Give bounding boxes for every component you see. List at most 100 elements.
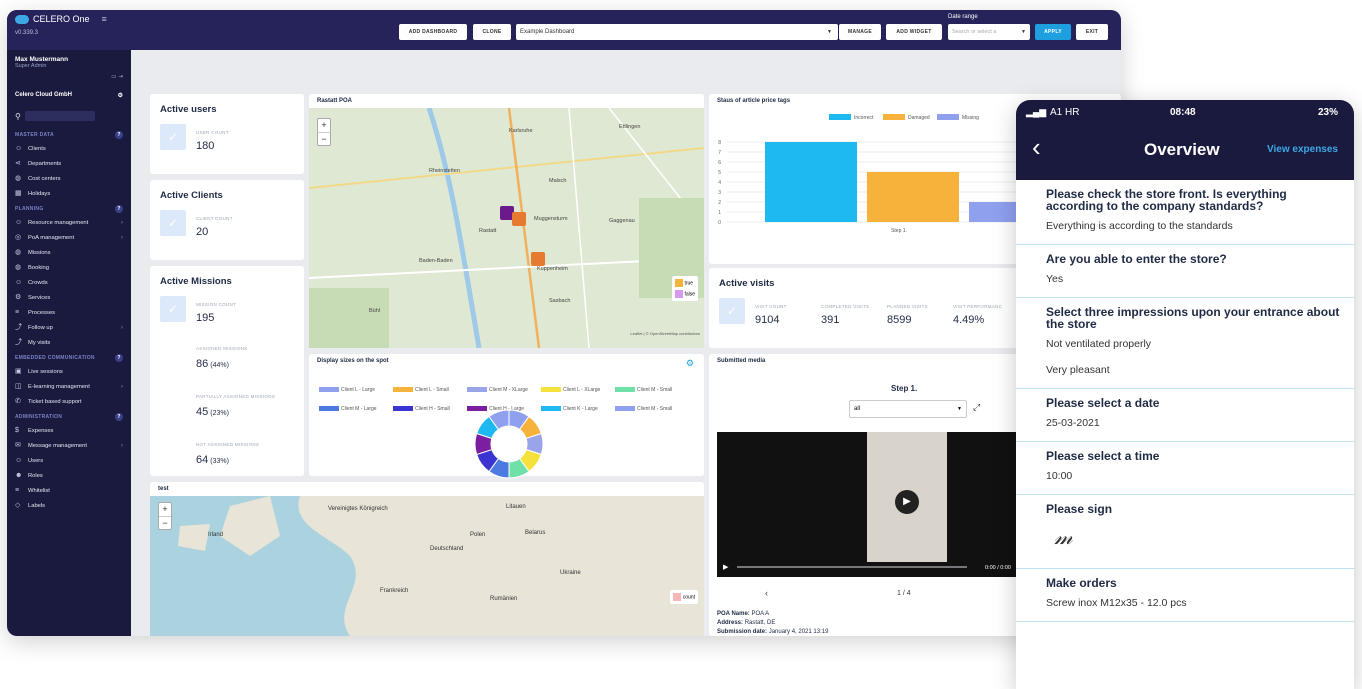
- sidebar-item-whitelist[interactable]: ≡ Whitelist: [7, 483, 131, 498]
- legend-item[interactable]: Client K - Large: [541, 406, 615, 412]
- top-toolbar: ADD DASHBOARD CLONE Example Dashboard ▼ …: [131, 10, 1121, 50]
- sidebar-search[interactable]: ⚲: [15, 111, 123, 121]
- sidebar-item-label: Expenses: [28, 427, 54, 434]
- sidebar-item-clients[interactable]: ☺ Clients: [7, 141, 131, 156]
- gear-icon: ⚙: [15, 294, 22, 301]
- sidebar-item-labels[interactable]: ◇ Labels: [7, 498, 131, 513]
- sidebar-item-message-management[interactable]: ✉ Message management ›: [7, 438, 131, 453]
- play-button[interactable]: ▶: [723, 563, 728, 571]
- video-player[interactable]: ▶ ▶ 0:00 / 0:00: [717, 432, 1017, 577]
- map-place-label: Karlsruhe: [509, 128, 533, 134]
- map-landmass: [178, 496, 704, 636]
- legend-item[interactable]: Client M - Large: [319, 406, 393, 412]
- sidebar-item-booking[interactable]: ◍ Booking: [7, 260, 131, 275]
- legend-swatch: [675, 279, 684, 287]
- brand-logo[interactable]: CELERO One ≡: [15, 14, 123, 24]
- back-icon[interactable]: ‹: [1032, 132, 1041, 163]
- add-dashboard-button[interactable]: ADD DASHBOARD: [399, 24, 467, 40]
- help-icon[interactable]: ?: [115, 413, 123, 421]
- play-icon[interactable]: ▶: [895, 490, 919, 514]
- help-icon[interactable]: ?: [115, 205, 123, 213]
- legend-item[interactable]: Client H - Small: [393, 406, 467, 412]
- support-icon: ✆: [15, 398, 21, 405]
- sidebar-item-crowds[interactable]: ☺ Crowds: [7, 275, 131, 290]
- answer-text: 10:00: [1046, 470, 1073, 482]
- sidebar-item-follow-up[interactable]: ⤴ Follow up ›: [7, 320, 131, 335]
- exit-button[interactable]: EXIT: [1076, 24, 1108, 40]
- gear-icon[interactable]: ⚙: [686, 358, 694, 369]
- legend-item[interactable]: Client L - Small: [393, 387, 467, 393]
- mission-row-label: PARTIALLY ASSIGNED MISSIONS: [196, 394, 276, 399]
- company-selector[interactable]: Celero Cloud GmbH ⚙: [7, 86, 131, 105]
- sidebar-item-live-sessions[interactable]: ▣ Live sessions: [7, 364, 131, 379]
- date-label: Submission date:: [717, 629, 768, 635]
- zoom-out-button[interactable]: −: [318, 132, 330, 145]
- sidebar-item-missions[interactable]: ◍ Missions: [7, 245, 131, 260]
- map-marker[interactable]: [531, 252, 545, 266]
- map-place-label: Sasbach: [549, 298, 571, 304]
- sidebar-item-e-learning-management[interactable]: ◫ E-learning management ›: [7, 379, 131, 394]
- sidebar-item-my-visits[interactable]: ⤴ My visits: [7, 335, 131, 350]
- map-place-label: Irland: [208, 532, 224, 538]
- help-icon[interactable]: ?: [115, 354, 123, 362]
- sidebar-item-roles[interactable]: ☻ Roles: [7, 468, 131, 483]
- search-input[interactable]: [24, 111, 95, 121]
- sidebar-item-label: Ticket based support: [28, 398, 82, 405]
- sidebar-item-holidays[interactable]: ▦ Holidays: [7, 186, 131, 201]
- map-place-label: Bühl: [369, 308, 381, 314]
- rastatt-map-card: Rastatt POA Karlsruhe Ettlingen Rheinstett…: [309, 94, 704, 348]
- sidebar-item-resource-management[interactable]: ☺ Resource management ›: [7, 215, 131, 230]
- date-value: January 4, 2021 13:19: [768, 629, 829, 635]
- legend-item[interactable]: Client L - Large: [319, 387, 393, 393]
- menu-icon[interactable]: ≡: [102, 14, 107, 24]
- legend-label: Client M - Small: [637, 387, 673, 393]
- gear-icon[interactable]: ⚙: [118, 92, 123, 99]
- date-range-select[interactable]: Search or select a ▼: [948, 24, 1030, 40]
- sidebar-item-expenses[interactable]: $ Expenses: [7, 423, 131, 438]
- chat-icon[interactable]: ▭: [111, 74, 116, 80]
- rastatt-map[interactable]: Karlsruhe Ettlingen Rheinstetten Malsch Rast…: [309, 108, 704, 348]
- zoom-in-button[interactable]: +: [318, 119, 330, 132]
- sidebar-item-label: Message management: [28, 442, 87, 449]
- sidebar-item-services[interactable]: ⚙ Services: [7, 290, 131, 305]
- answer-text: Everything is according to the standards: [1046, 220, 1233, 232]
- sidebar-item-poa-management[interactable]: ◎ PoA management ›: [7, 230, 131, 245]
- europe-map[interactable]: Vereinigtes Königreich Litauen Polen Belaru…: [150, 496, 704, 636]
- sidebar-item-cost-centers[interactable]: ◍ Cost centers: [7, 171, 131, 186]
- answer-text: Very pleasant: [1046, 364, 1110, 376]
- add-widget-button[interactable]: ADD WIDGET: [886, 24, 942, 40]
- legend-item[interactable]: Client M - Small: [615, 387, 689, 393]
- bar-incorrect[interactable]: [765, 142, 857, 222]
- signal-icon: ▂▄▆: [1026, 107, 1047, 117]
- legend-item[interactable]: Client M - Small: [615, 406, 689, 412]
- video-seekbar[interactable]: [737, 566, 967, 568]
- sidebar-item-processes[interactable]: ≡ Processes: [7, 305, 131, 320]
- zoom-out-button[interactable]: −: [159, 516, 171, 529]
- logout-icon[interactable]: ⇥: [118, 74, 123, 80]
- manage-button[interactable]: MANAGE: [839, 24, 881, 40]
- sidebar-item-users[interactable]: ☺ Users: [7, 453, 131, 468]
- clone-button[interactable]: CLONE: [473, 24, 511, 40]
- kpi-label: USER COUNT: [196, 130, 229, 135]
- help-icon[interactable]: ?: [115, 131, 123, 139]
- map-attribution[interactable]: Leaflet | © OpenStreetMap contributors: [630, 331, 700, 336]
- media-filter-select[interactable]: all ▼: [849, 400, 967, 418]
- map-marker[interactable]: [512, 212, 526, 226]
- prev-icon[interactable]: ‹: [765, 588, 768, 598]
- bar-damaged[interactable]: [867, 172, 959, 222]
- expand-icon[interactable]: ⤢: [973, 402, 980, 413]
- dashboard-select[interactable]: Example Dashboard ▼: [516, 24, 838, 40]
- chevron-right-icon: ›: [121, 324, 123, 331]
- legend-item[interactable]: Client M - XLarge: [467, 387, 541, 393]
- mission-row-value: 64 (33%): [196, 454, 229, 466]
- y-tick-label: 6: [718, 160, 721, 166]
- sidebar: CELERO One ≡ v0.339.3 Max Mustermann Sup…: [7, 10, 131, 636]
- zoom-in-button[interactable]: +: [159, 503, 171, 516]
- legend-item[interactable]: Client L - XLarge: [541, 387, 615, 393]
- sidebar-item-departments[interactable]: ⋖ Departments: [7, 156, 131, 171]
- view-expenses-link[interactable]: View expenses: [1267, 144, 1338, 155]
- answer-text: Screw inox M12x35 - 12.0 pcs: [1046, 597, 1187, 609]
- sidebar-item-ticket-based-support[interactable]: ✆ Ticket based support: [7, 394, 131, 409]
- apply-button[interactable]: APPLY: [1035, 24, 1071, 40]
- chevron-down-icon: ▼: [827, 29, 832, 35]
